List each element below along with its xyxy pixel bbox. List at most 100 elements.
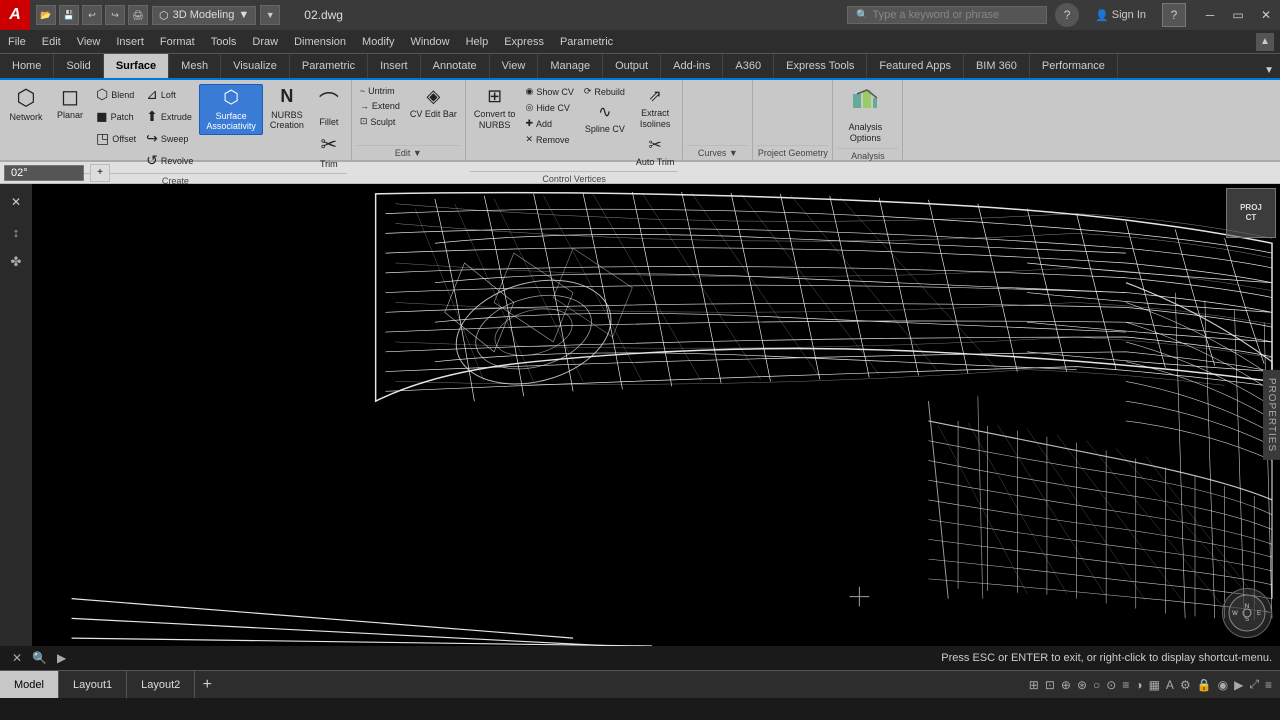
lineweight-toggle[interactable]: ≡ [1122, 678, 1129, 692]
view-cube[interactable]: PROJCT [1226, 188, 1276, 238]
tab-featured[interactable]: Featured Apps [867, 54, 964, 78]
cmd-close-button[interactable]: ✕ [8, 650, 26, 666]
ribbon-toggle[interactable]: ▲ [1256, 33, 1274, 51]
menu-edit[interactable]: Edit [34, 30, 69, 53]
tab-output[interactable]: Output [603, 54, 661, 78]
lock-ui[interactable]: 🔒 [1197, 678, 1212, 692]
ribbon-btn-analysis-options[interactable]: AnalysisOptions [837, 84, 893, 146]
undo-button[interactable]: ↩ [82, 5, 102, 25]
ribbon-btn-loft[interactable]: ⊿ Loft [142, 84, 197, 105]
ribbon-btn-convert-nurbs[interactable]: ⊞ Convert toNURBS [470, 84, 520, 133]
ribbon-btn-sculpt[interactable]: ⊡ Sculpt [356, 114, 404, 129]
tab-insert[interactable]: Insert [368, 54, 421, 78]
tab-annotate[interactable]: Annotate [421, 54, 490, 78]
add-tab-button[interactable]: + [90, 164, 110, 182]
ribbon-btn-nurbs-creation[interactable]: N NURBSCreation [265, 84, 309, 133]
tab-home[interactable]: Home [0, 54, 54, 78]
ribbon-btn-extrude[interactable]: ⬆ Extrude [142, 106, 197, 127]
tab-layout1[interactable]: Layout1 [59, 671, 127, 698]
selection-toggle[interactable]: ▦ [1149, 678, 1160, 692]
ribbon-btn-show-cv[interactable]: ◉ Show CV [521, 84, 577, 99]
pan-tool[interactable]: ↕ [2, 218, 30, 246]
cleanscreen[interactable]: ⤢ [1249, 677, 1259, 692]
ribbon-btn-offset[interactable]: ◳ Offset [92, 128, 140, 149]
ribbon-btn-hide-cv[interactable]: ◎ Hide CV [521, 100, 577, 115]
ribbon-btn-surface-assoc[interactable]: ⬡ SurfaceAssociativity [199, 84, 263, 135]
tab-manage[interactable]: Manage [538, 54, 603, 78]
ribbon-btn-extract-isolines[interactable]: ⇗ ExtractIsolines [632, 84, 679, 132]
menu-parametric[interactable]: Parametric [552, 30, 621, 53]
cmd-search-button[interactable]: 🔍 [28, 650, 51, 666]
tab-surface[interactable]: Surface [104, 54, 169, 78]
cmd-run-button[interactable]: ▶ [53, 650, 70, 666]
menu-help[interactable]: Help [458, 30, 497, 53]
tab-addins[interactable]: Add-ins [661, 54, 723, 78]
ribbon-btn-revolve[interactable]: ↺ Revolve [142, 150, 197, 171]
command-input[interactable] [70, 652, 935, 664]
menu-file[interactable]: File [0, 30, 34, 53]
annotation-scale[interactable]: A [1166, 678, 1174, 692]
ribbon-btn-spline-cv[interactable]: ∿ Spline CV [580, 100, 630, 136]
ribbon-btn-blend[interactable]: ⬡ Blend [92, 84, 140, 105]
minimize-button[interactable]: ─ [1196, 0, 1224, 30]
tab-model[interactable]: Model [0, 671, 59, 698]
tab-layout2[interactable]: Layout2 [127, 671, 195, 698]
tab-a360[interactable]: A360 [723, 54, 774, 78]
ribbon-btn-untrim[interactable]: ~ Untrim [356, 84, 404, 98]
help-button[interactable]: ? [1162, 3, 1186, 27]
workspace-dropdown[interactable]: ⬡ 3D Modeling ▼ [152, 6, 256, 25]
tab-express-tools[interactable]: Express Tools [774, 54, 867, 78]
restore-button[interactable]: ▭ [1224, 0, 1252, 30]
tracking-toggle[interactable]: ⊙ [1106, 678, 1116, 692]
menu-window[interactable]: Window [402, 30, 457, 53]
close-button[interactable]: ✕ [1252, 0, 1280, 30]
menu-insert[interactable]: Insert [108, 30, 152, 53]
tab-solid[interactable]: Solid [54, 54, 103, 78]
tab-view[interactable]: View [490, 54, 539, 78]
customize-status[interactable]: ≡ [1265, 678, 1272, 692]
search-box[interactable]: 🔍 Type a keyword or phrase [847, 6, 1047, 24]
menu-modify[interactable]: Modify [354, 30, 402, 53]
tab-parametric[interactable]: Parametric [290, 54, 368, 78]
ribbon-btn-planar[interactable]: ◻ Planar [50, 84, 90, 122]
ribbon-btn-add[interactable]: ✚ Add [521, 116, 577, 131]
ribbon-btn-extend[interactable]: → Extend [356, 99, 404, 113]
snap-toggle[interactable]: ⊡ [1045, 678, 1055, 692]
ribbon-btn-remove[interactable]: ✕ Remove [521, 132, 577, 147]
menu-express[interactable]: Express [496, 30, 552, 53]
viewport-3d[interactable]: PROJCT N S W E [32, 184, 1280, 646]
redo-button[interactable]: ↪ [105, 5, 125, 25]
open-button[interactable]: 📂 [36, 5, 56, 25]
ribbon-extra[interactable]: ▼ [1258, 63, 1280, 78]
print-button[interactable]: 🖨 [128, 5, 148, 25]
grid-toggle[interactable]: ⊞ [1029, 678, 1039, 692]
workspace-more[interactable]: ▼ [260, 5, 280, 25]
transparency-toggle[interactable]: ◑ [1135, 678, 1142, 692]
ribbon-btn-cv-edit-bar[interactable]: ◈ CV Edit Bar [406, 84, 461, 121]
add-layout-button[interactable]: + [195, 671, 219, 698]
rotate-tool[interactable]: ✤ [2, 248, 30, 276]
ortho-toggle[interactable]: ⊕ [1061, 678, 1071, 692]
menu-dimension[interactable]: Dimension [286, 30, 354, 53]
close-viewport-button[interactable]: ✕ [2, 188, 30, 216]
polar-toggle[interactable]: ⊛ [1077, 678, 1087, 692]
osnap-toggle[interactable]: ○ [1093, 678, 1100, 692]
hardwareaccel[interactable]: ▶ [1234, 678, 1243, 692]
properties-sidebar[interactable]: PROPERTIES [1263, 370, 1280, 460]
menu-tools[interactable]: Tools [203, 30, 245, 53]
ribbon-btn-auto-trim[interactable]: ✂ Auto Trim [632, 133, 679, 169]
signin-button[interactable]: 👤 Sign In [1095, 9, 1146, 22]
menu-draw[interactable]: Draw [244, 30, 286, 53]
tab-performance[interactable]: Performance [1030, 54, 1118, 78]
save-button[interactable]: 💾 [59, 5, 79, 25]
ribbon-btn-fillet[interactable]: ⌒ Fillet [311, 84, 347, 129]
isolate-toggle[interactable]: ◉ [1218, 678, 1228, 692]
ribbon-btn-network[interactable]: ⬡ Network [4, 84, 48, 124]
workspace-toggle[interactable]: ⚙ [1180, 678, 1191, 692]
tab-bim360[interactable]: BIM 360 [964, 54, 1030, 78]
ribbon-btn-patch[interactable]: ◼ Patch [92, 106, 140, 127]
menu-format[interactable]: Format [152, 30, 203, 53]
navigate-widget[interactable]: N S W E [1222, 588, 1272, 638]
ribbon-btn-sweep[interactable]: ↪ Sweep [142, 128, 197, 149]
ribbon-btn-rebuild[interactable]: ⟳ Rebuild [580, 84, 630, 99]
